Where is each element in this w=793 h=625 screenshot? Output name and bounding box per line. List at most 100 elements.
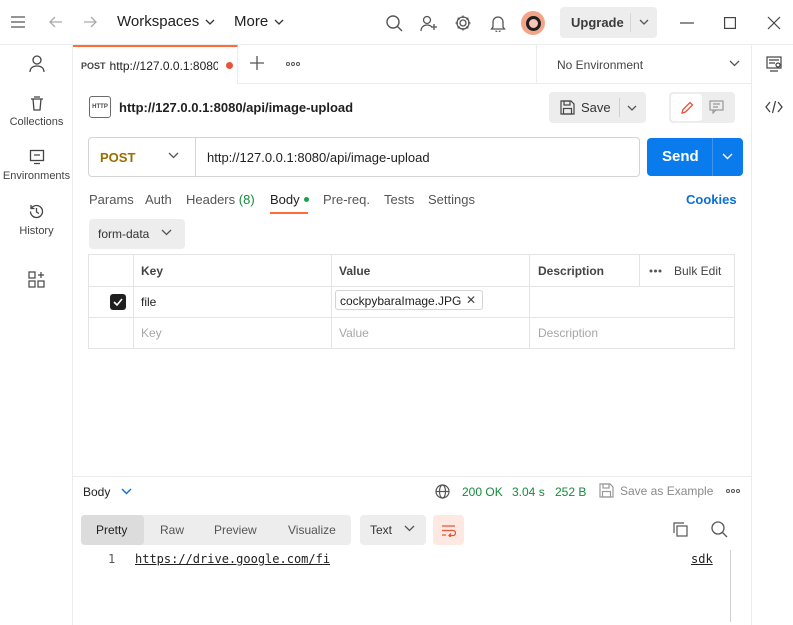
view-tab-pretty[interactable]: Pretty (96, 523, 127, 537)
wrap-lines-icon (442, 524, 456, 537)
chevron-down-icon (168, 152, 179, 159)
wrap-lines-button[interactable] (433, 515, 464, 545)
environment-icon (29, 149, 44, 165)
more-tabs-ellipsis-icon[interactable] (286, 62, 300, 66)
request-title[interactable]: http://127.0.0.1:8080/api/image-upload (119, 100, 353, 115)
line-number: 1 (108, 552, 116, 566)
tab-strip: POST http://127.0.0.1:8080/api/image-upl… (73, 45, 751, 84)
method-label: POST (100, 149, 136, 165)
upgrade-button[interactable]: Upgrade (560, 7, 657, 38)
tab-body[interactable]: Body (270, 192, 309, 207)
response-divider[interactable] (73, 476, 751, 477)
cookies-link[interactable]: Cookies (686, 192, 737, 207)
sidebar-item-history[interactable]: History (0, 203, 73, 237)
search-icon[interactable] (384, 13, 404, 33)
more-label: More (234, 13, 269, 30)
tab-params[interactable]: Params (89, 192, 134, 207)
response-scrollbar[interactable] (730, 550, 731, 622)
forward-arrow-icon[interactable] (81, 13, 99, 31)
send-button[interactable]: Send (647, 138, 743, 176)
more-menu[interactable]: More (234, 13, 284, 30)
table-options-ellipsis-icon[interactable] (649, 269, 662, 273)
url-bar: POST (88, 137, 640, 177)
chevron-down-icon (404, 525, 415, 532)
code-snippet-icon[interactable] (765, 100, 783, 114)
view-tab-visualize[interactable]: Visualize (288, 523, 336, 537)
notifications-bell-icon[interactable] (488, 13, 508, 33)
globe-icon[interactable] (435, 484, 450, 499)
workspaces-menu[interactable]: Workspaces (117, 13, 215, 30)
comments-icon[interactable] (709, 100, 724, 114)
copy-icon[interactable] (673, 522, 688, 537)
chevron-down-icon[interactable] (722, 153, 733, 160)
checkmark-icon (113, 298, 123, 306)
edit-pencil-button[interactable] (671, 94, 702, 121)
environment-selector[interactable]: No Environment (536, 45, 751, 84)
tab-tests[interactable]: Tests (384, 192, 414, 207)
sidebar-item-add-apps[interactable] (0, 271, 73, 288)
workspaces-label: Workspaces (117, 13, 200, 30)
response-section-select[interactable]: Body (83, 485, 132, 499)
minimize-icon[interactable] (677, 13, 697, 33)
sidebar-item-environments[interactable]: Environments (0, 149, 73, 182)
save-example-floppy-icon (599, 483, 614, 498)
tab-settings[interactable]: Settings (428, 192, 475, 207)
row-enabled-checkbox[interactable] (110, 294, 126, 310)
chevron-down-icon[interactable] (638, 16, 650, 28)
avatar[interactable] (521, 11, 545, 35)
new-description-placeholder[interactable]: Description (538, 326, 598, 340)
save-button[interactable]: Save (549, 92, 646, 123)
save-floppy-icon (560, 100, 575, 115)
new-tab-plus-icon[interactable] (250, 56, 264, 70)
column-header-key: Key (141, 264, 164, 278)
response-options-ellipsis-icon[interactable] (726, 489, 740, 493)
response-view-tabs: Pretty Raw Preview Visualize (81, 515, 351, 545)
new-key-placeholder[interactable]: Key (141, 326, 162, 340)
column-header-description: Description (538, 264, 605, 278)
new-value-placeholder[interactable]: Value (339, 326, 369, 340)
tab-prereq[interactable]: Pre-req. (323, 192, 370, 207)
body-active-dot-icon (303, 196, 309, 202)
row-key-cell[interactable]: file (141, 295, 156, 309)
maximize-icon[interactable] (720, 13, 740, 33)
remove-file-icon[interactable]: ✕ (466, 293, 476, 307)
tab-request[interactable]: POST http://127.0.0.1:8080/api/image-upl… (73, 45, 238, 84)
active-tab-underline (270, 212, 308, 214)
body-mode-label: form-data (98, 227, 150, 241)
sidebar-item-label: Collections (9, 116, 64, 128)
response-status[interactable]: 200 OK (462, 485, 503, 499)
save-as-example-button[interactable]: Save as Example (620, 484, 713, 498)
unsaved-dot-icon (225, 62, 233, 69)
response-size[interactable]: 252 B (555, 485, 586, 499)
settings-gear-icon[interactable] (453, 13, 473, 33)
tab-body-label: Body (270, 192, 300, 207)
tab-headers[interactable]: Headers (8) (186, 192, 255, 207)
bulk-edit-button[interactable]: Bulk Edit (674, 264, 721, 278)
tab-auth[interactable]: Auth (145, 192, 172, 207)
body-mode-select[interactable]: form-data (89, 219, 185, 249)
view-tab-preview[interactable]: Preview (214, 523, 257, 537)
back-arrow-icon[interactable] (47, 13, 65, 31)
file-chip[interactable]: cockpybaraImage.JPG ✕ (335, 290, 483, 310)
response-body-link[interactable]: https://drive.google.com/fi (135, 552, 330, 566)
environment-quick-look-icon[interactable] (766, 56, 782, 72)
search-response-icon[interactable] (711, 521, 728, 538)
tab-title: http://127.0.0.1:8080/api/image-upload (109, 58, 218, 73)
sidebar-item-collections[interactable]: Collections (0, 95, 73, 128)
http-request-icon: HTTP (89, 96, 111, 118)
view-tab-raw[interactable]: Raw (160, 523, 184, 537)
title-bar: Workspaces More Upgrade (0, 0, 793, 45)
response-time[interactable]: 3.04 s (512, 485, 545, 499)
edit-mode-toggle (669, 92, 735, 123)
url-input[interactable] (207, 150, 627, 165)
user-icon (28, 55, 45, 73)
menu-icon[interactable] (9, 13, 27, 31)
response-body-link-tail[interactable]: sdk (691, 552, 713, 566)
sidebar-item-account[interactable] (0, 55, 73, 73)
method-select[interactable]: POST (89, 138, 196, 176)
response-format-select[interactable]: Text (360, 515, 426, 545)
left-sidebar: Collections Environments History (0, 45, 73, 625)
close-icon[interactable] (764, 13, 784, 33)
invite-user-icon[interactable] (419, 13, 439, 33)
chevron-down-icon[interactable] (626, 102, 638, 114)
